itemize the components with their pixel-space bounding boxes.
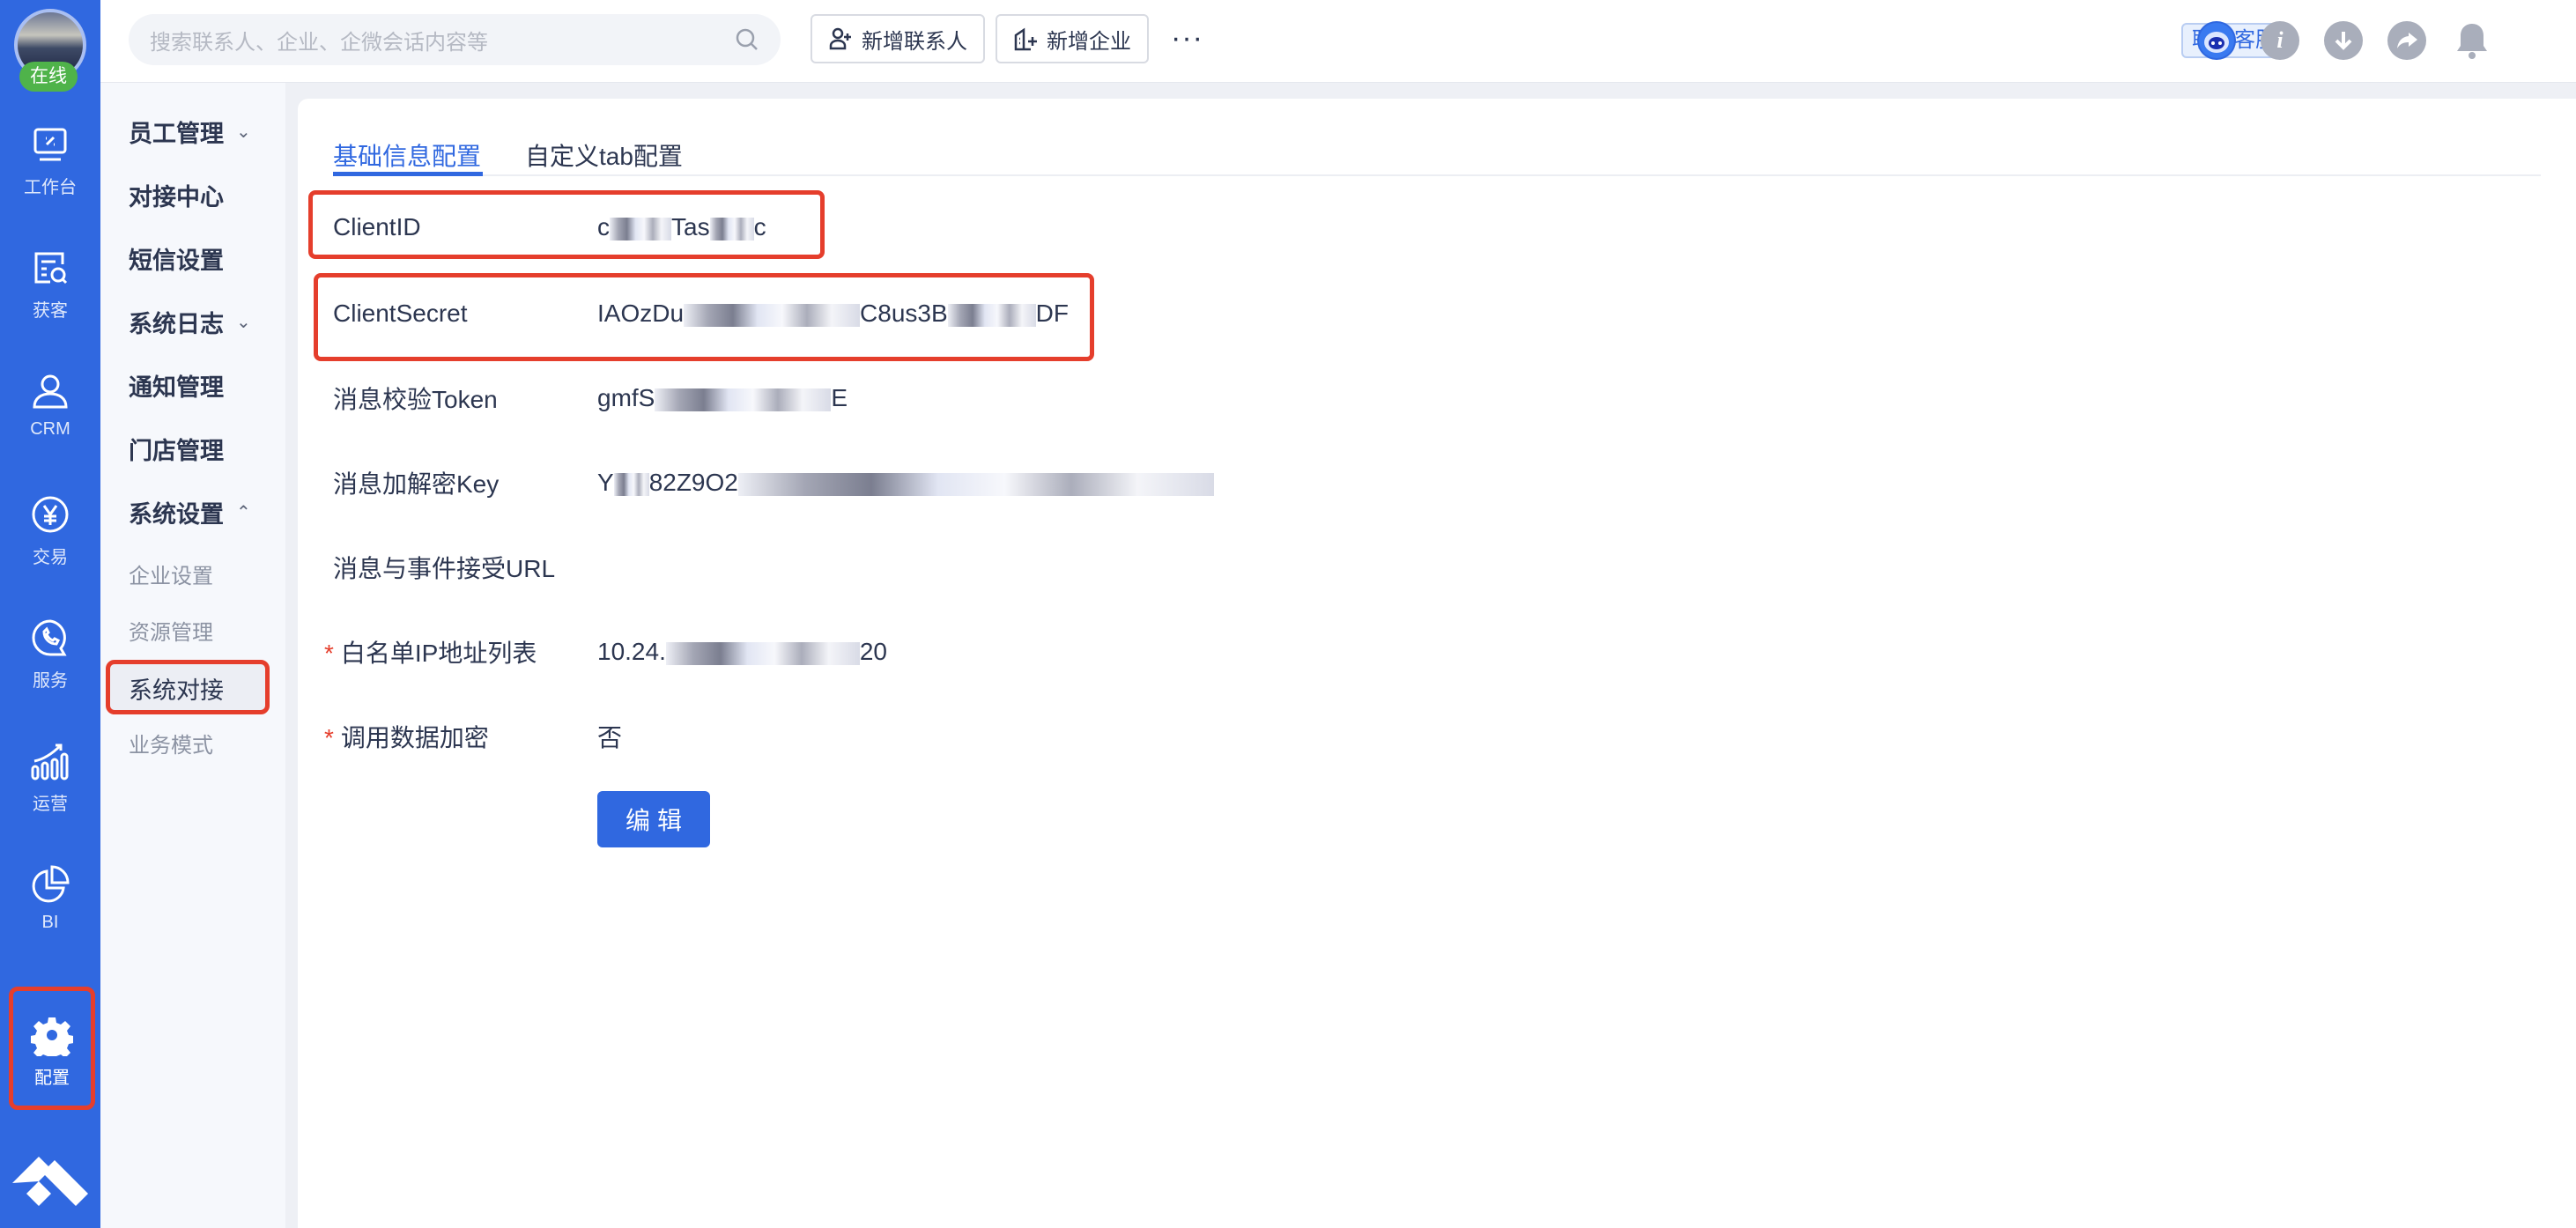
form-row-callback-url: 消息与事件接受URL — [333, 541, 597, 594]
rail-label: 配置 — [34, 1069, 70, 1088]
subnav-item-staff[interactable]: 员工管理 ⌄ — [129, 115, 251, 149]
rail-label: 获客 — [33, 301, 68, 321]
field-label: 消息与事件接受URL — [333, 555, 556, 582]
form-row-data-encryption: * 调用数据加密 否 — [324, 710, 622, 763]
edit-button[interactable]: 编辑 — [597, 791, 710, 847]
add-contact-button[interactable]: 新增联系人 — [811, 14, 985, 63]
rail-label: 服务 — [33, 671, 68, 691]
subnav-item-logs[interactable]: 系统日志 ⌄ — [129, 305, 251, 339]
subnav-item-stores[interactable]: 门店管理 — [129, 432, 224, 466]
subnav-label: 短信设置 — [129, 248, 224, 274]
rail-item-bi[interactable]: BI — [0, 863, 100, 933]
field-value: c Tas c — [597, 213, 766, 240]
form-row-token: 消息校验Token gmfS E — [333, 372, 848, 425]
subnav-child-business-mode[interactable]: 业务模式 — [129, 728, 213, 758]
subnav-label: 系统日志 — [129, 311, 224, 337]
main-content: 基础信息配置 自定义tab配置 ClientID c Tas c ClientSec… — [298, 99, 2576, 1228]
user-icon — [33, 374, 68, 409]
form-row-aes-key: 消息加解密Key Y 82Z9O2 — [333, 456, 1214, 509]
rail-item-workbench[interactable]: 工作台 — [0, 123, 100, 198]
field-label: 消息加解密Key — [333, 470, 500, 498]
search-doc-icon — [34, 252, 68, 285]
info-icon[interactable]: i — [2261, 21, 2299, 60]
required-mark: * — [324, 724, 334, 751]
pie-chart-icon — [32, 865, 70, 903]
subnav-child-resources[interactable]: 资源管理 — [129, 615, 213, 646]
global-search[interactable]: 搜索联系人、企业、企微会话内容等 — [129, 14, 781, 65]
left-rail: 在线 工作台 获客 CRM 交易 服务 运营 BI 配置 — [0, 0, 100, 1228]
field-value: Y 82Z9O2 — [597, 469, 1214, 497]
subnav-label: 门店管理 — [129, 438, 224, 464]
search-input[interactable]: 搜索联系人、企业、企微会话内容等 — [150, 25, 735, 55]
rail-label: BI — [41, 913, 59, 932]
field-label: * 白名单IP地址列表 — [324, 640, 537, 667]
online-status-badge: 在线 — [19, 62, 78, 92]
rail-label: 交易 — [33, 548, 68, 567]
active-tab-indicator — [333, 172, 483, 176]
rail-item-config[interactable]: 配置 — [9, 987, 95, 1110]
chevron-down-icon: ⌄ — [236, 122, 251, 142]
add-building-icon — [1014, 27, 1037, 51]
app-logo-icon — [12, 1157, 88, 1206]
subnav-label: 员工管理 — [129, 121, 224, 147]
form-row-client-id: ClientID c Tas c — [333, 201, 766, 254]
chevron-up-icon: ⌃ — [236, 503, 251, 522]
rail-item-operations[interactable]: 运营 — [0, 740, 100, 815]
subnav-label: 通知管理 — [129, 374, 224, 401]
phone-chat-icon — [32, 619, 67, 656]
tab-basic-config[interactable]: 基础信息配置 — [333, 137, 481, 173]
robot-assistant-icon[interactable] — [2197, 21, 2236, 60]
add-contact-label: 新增联系人 — [862, 29, 967, 54]
required-mark: * — [324, 640, 334, 667]
share-icon[interactable] — [2387, 21, 2426, 60]
subnav-item-notifications[interactable]: 通知管理 — [129, 368, 224, 403]
field-value: IAOzDu C8us3B DF — [597, 300, 1069, 327]
gear-icon — [31, 1017, 73, 1056]
add-company-button[interactable]: 新增企业 — [996, 14, 1149, 63]
subnav-label: 对接中心 — [129, 184, 224, 211]
top-bar: 搜索联系人、企业、企微会话内容等 新增联系人 新增企业 ··· 联系客服 i 3 — [100, 0, 2576, 83]
field-value: 10.24. 20 — [597, 638, 888, 665]
download-icon[interactable] — [2324, 21, 2363, 60]
subnav-item-system-settings[interactable]: 系统设置 ⌃ — [129, 495, 251, 529]
field-value: 否 — [597, 724, 623, 751]
subnav-child-system-integration[interactable]: 系统对接 — [106, 660, 270, 714]
yen-icon — [32, 496, 69, 533]
rail-item-trade[interactable]: 交易 — [0, 493, 100, 568]
field-label: ClientID — [333, 213, 421, 240]
monitor-icon — [33, 128, 67, 161]
rail-label: 工作台 — [24, 178, 77, 197]
field-label: * 调用数据加密 — [324, 724, 489, 751]
rail-label: 运营 — [33, 795, 68, 814]
settings-subnav: 员工管理 ⌄ 对接中心 短信设置 系统日志 ⌄ 通知管理 门店管理 系统设置 ⌃ 企业… — [100, 83, 285, 1228]
subnav-label: 系统对接 — [129, 677, 224, 704]
search-icon[interactable] — [735, 27, 759, 52]
add-company-label: 新增企业 — [1047, 29, 1131, 54]
chevron-down-icon: ⌄ — [236, 313, 251, 332]
rail-item-crm[interactable]: CRM — [0, 370, 100, 440]
subnav-child-enterprise[interactable]: 企业设置 — [129, 559, 213, 589]
rail-label: CRM — [30, 419, 70, 439]
rail-item-acquisition[interactable]: 获客 — [0, 247, 100, 322]
field-value: gmfS E — [597, 384, 848, 411]
subnav-item-integration-center[interactable]: 对接中心 — [129, 178, 224, 212]
tab-custom-tab-config[interactable]: 自定义tab配置 — [525, 137, 683, 173]
field-label: 消息校验Token — [333, 386, 498, 413]
subnav-item-sms[interactable]: 短信设置 — [129, 241, 224, 276]
subnav-label: 系统设置 — [129, 501, 224, 528]
bell-icon[interactable] — [2453, 21, 2491, 60]
field-label: ClientSecret — [333, 300, 468, 327]
more-menu-button[interactable]: ··· — [1171, 21, 1203, 55]
form-row-client-secret: ClientSecret IAOzDu C8us3B DF — [333, 287, 1069, 340]
user-avatar[interactable]: 在线 — [14, 9, 86, 92]
add-user-icon — [829, 27, 851, 50]
form-row-ip-whitelist: * 白名单IP地址列表 10.24. 20 — [324, 625, 887, 678]
tab-bar: 基础信息配置 自定义tab配置 — [333, 125, 2541, 176]
rail-item-service[interactable]: 服务 — [0, 617, 100, 692]
growth-chart-icon — [31, 743, 69, 780]
